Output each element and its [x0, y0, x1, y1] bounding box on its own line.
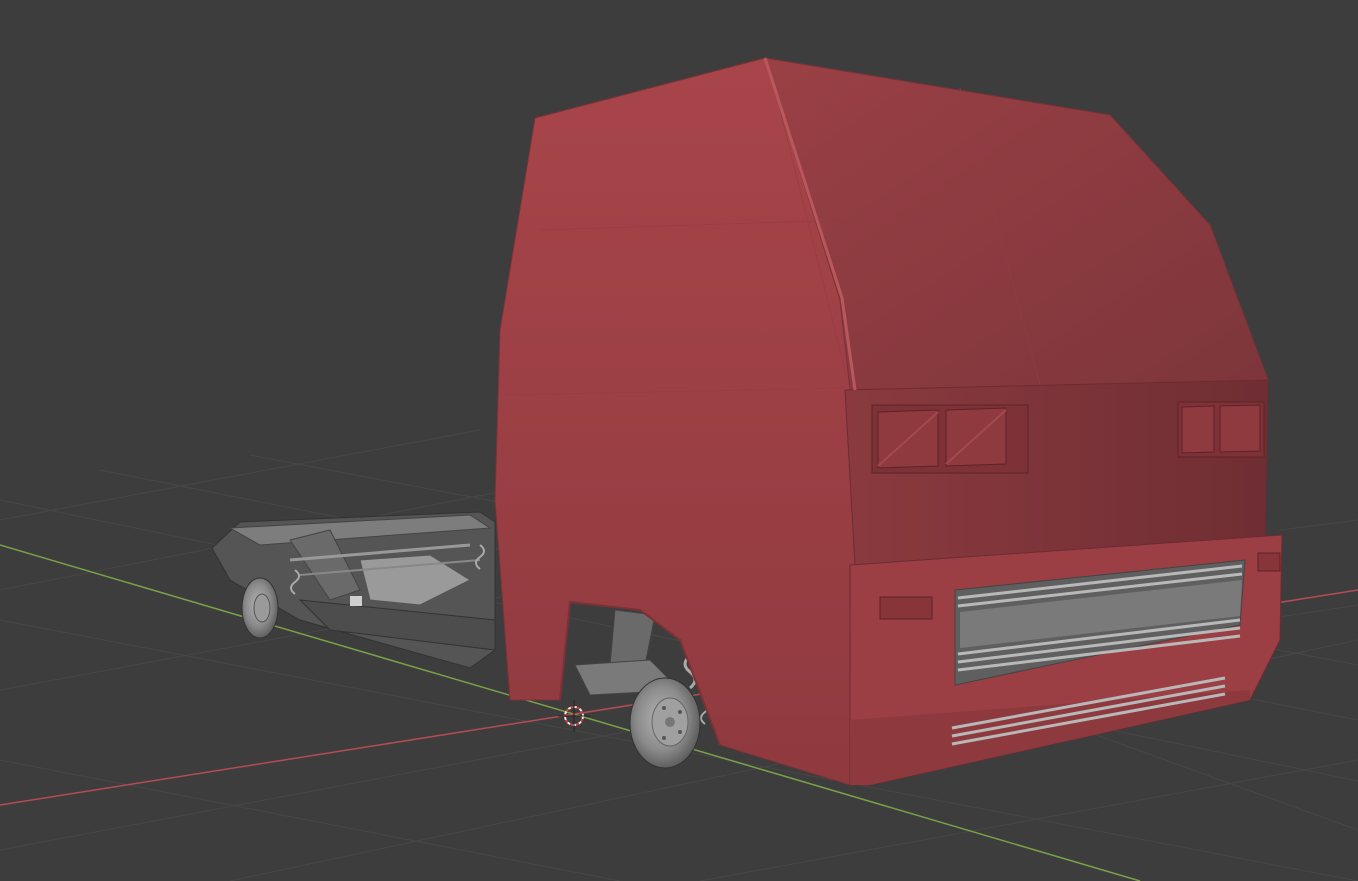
headlight-right [1177, 401, 1265, 458]
front-wheel-hub[interactable] [629, 677, 701, 769]
headlight-left [871, 404, 1029, 474]
viewport-canvas[interactable] [0, 0, 1358, 881]
rear-wheel-hub[interactable] [241, 577, 279, 639]
fog-light-left [879, 596, 933, 620]
fog-light-right [1257, 552, 1281, 572]
3d-viewport[interactable] [0, 0, 1358, 881]
